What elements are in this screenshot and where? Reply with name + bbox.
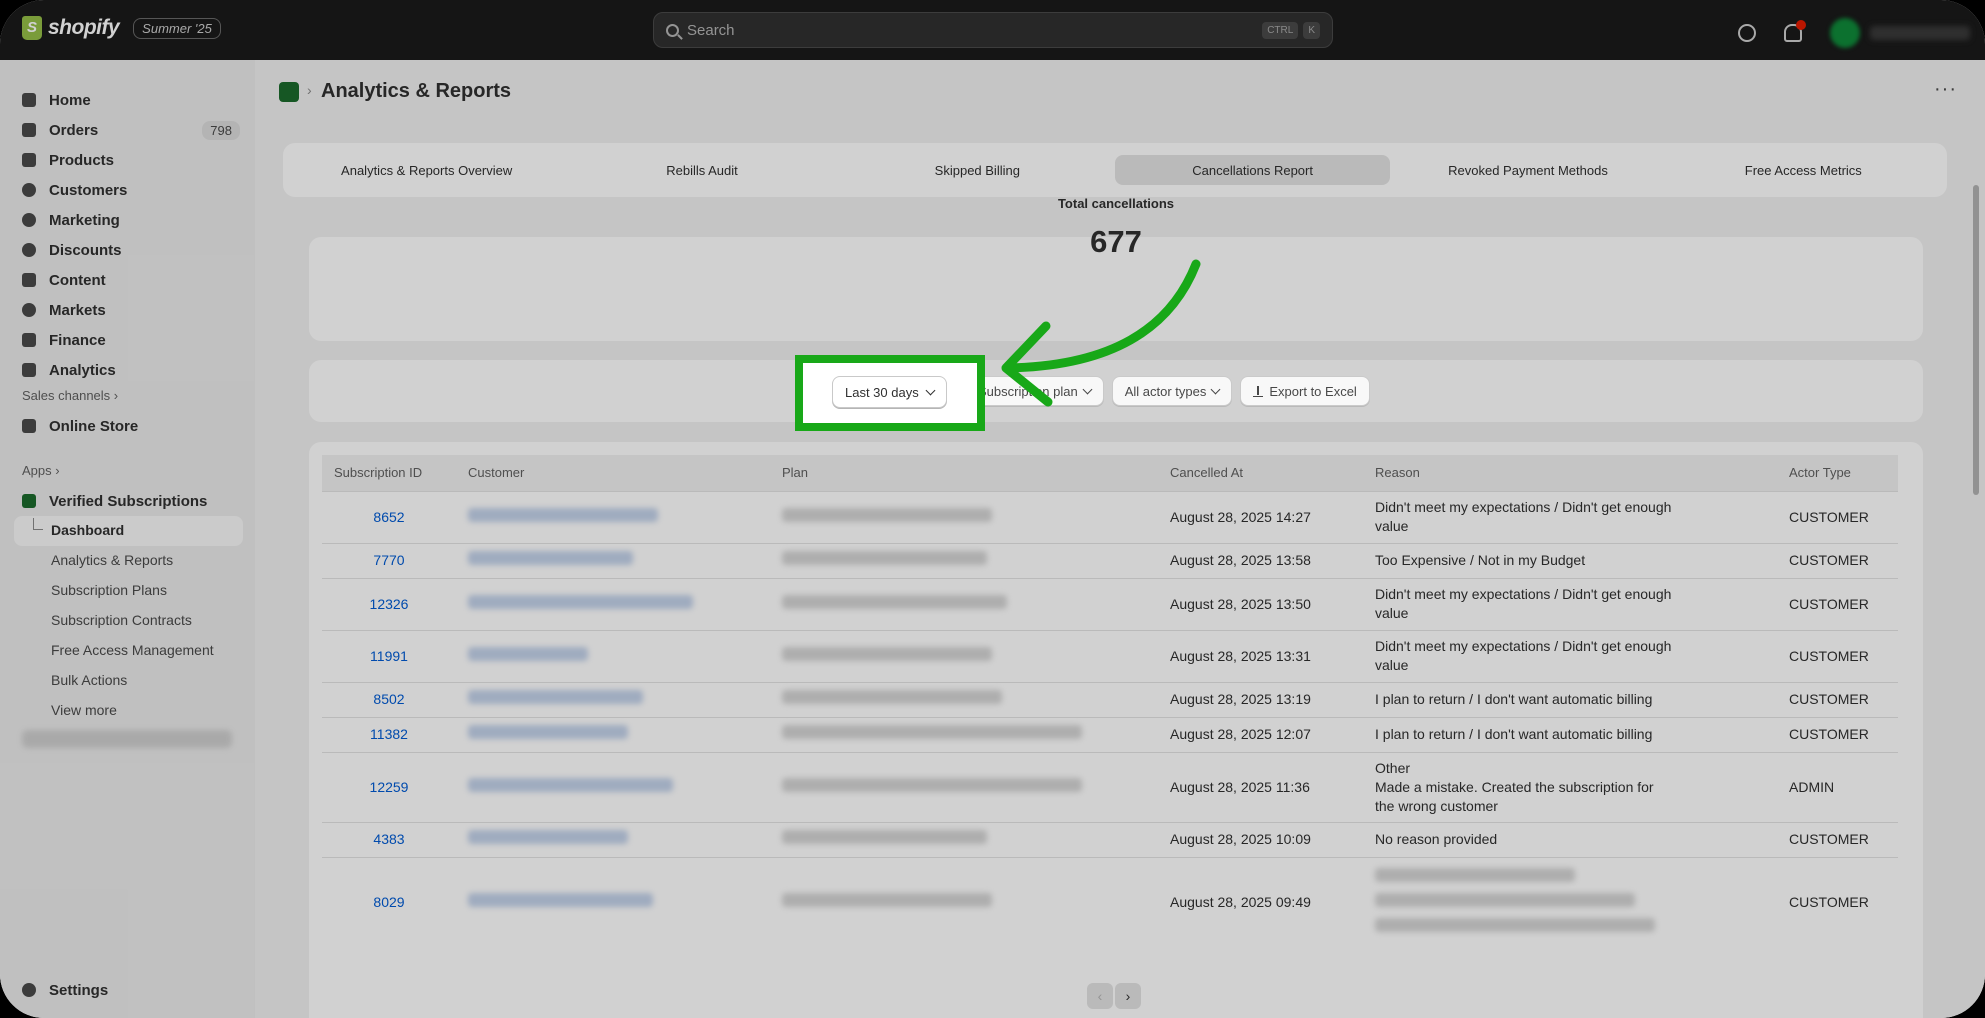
edition-badge: Summer '25 xyxy=(133,17,221,39)
store-icon xyxy=(22,419,36,433)
scrollbar[interactable] xyxy=(1973,185,1979,495)
bar-chart-icon xyxy=(22,363,36,377)
sidebar-item-label: Verified Subscriptions xyxy=(49,492,208,510)
sidebar-item-products[interactable]: Products xyxy=(22,148,240,172)
sidebar-subitem-analytics-reports[interactable]: Analytics & Reports xyxy=(51,552,173,568)
sidebar-item-label: Marketing xyxy=(49,211,120,229)
brand-name: shopify xyxy=(48,16,120,39)
discount-icon xyxy=(22,243,36,257)
sidebar-item-discounts[interactable]: Discounts xyxy=(22,238,240,262)
sidebar-subitem-dashboard[interactable]: Dashboard xyxy=(51,522,124,538)
sidebar-item-marketing[interactable]: Marketing xyxy=(22,208,240,232)
sidebar-item-label: Products xyxy=(49,151,115,169)
app-icon xyxy=(22,494,36,508)
sidebar-item-label: Customers xyxy=(49,181,128,199)
tree-connector xyxy=(33,518,43,530)
bank-icon xyxy=(22,333,36,347)
sidebar-item-customers[interactable]: Customers xyxy=(22,178,240,202)
target-icon xyxy=(22,213,36,227)
sidebar-item-label: Online Store xyxy=(49,417,139,435)
sidebar-subitem-view-more[interactable]: View more xyxy=(51,702,117,718)
sidebar-item-label: Content xyxy=(49,271,106,289)
home-icon xyxy=(22,93,36,107)
sidebar-item-label: Analytics xyxy=(49,361,116,379)
sidebar-item-label: Discounts xyxy=(49,241,122,259)
shopify-bag-icon xyxy=(22,16,42,40)
sidebar-item-label: Orders xyxy=(49,121,99,139)
sidebar-item-content[interactable]: Content xyxy=(22,268,240,292)
content-icon xyxy=(22,273,36,287)
sidebar-subitem-free-access[interactable]: Free Access Management xyxy=(51,642,214,658)
total-cancellations-label: Total cancellations xyxy=(1057,196,1175,211)
chevron-down-icon xyxy=(925,385,936,395)
sales-channels-label[interactable]: Sales channels › xyxy=(22,388,118,403)
person-icon xyxy=(22,183,36,197)
shopify-logo[interactable]: shopify Summer '25 xyxy=(22,16,221,40)
sidebar-item-markets[interactable]: Markets xyxy=(22,298,240,322)
orders-count-badge: 798 xyxy=(202,120,240,140)
globe-icon xyxy=(22,303,36,317)
sidebar-item-label: Markets xyxy=(49,301,106,319)
sidebar-item-analytics[interactable]: Analytics xyxy=(22,358,240,382)
sidebar-item-label: Home xyxy=(49,91,91,109)
blurred-item xyxy=(22,730,232,748)
gear-icon xyxy=(22,983,36,997)
more-actions-icon[interactable]: ··· xyxy=(1934,78,1957,101)
sidebar-item-online-store[interactable]: Online Store xyxy=(22,414,240,438)
date-range-filter[interactable]: Last 30 days xyxy=(832,376,947,408)
sidebar-subitem-subscription-contracts[interactable]: Subscription Contracts xyxy=(51,612,192,628)
sidebar-subitem-bulk-actions[interactable]: Bulk Actions xyxy=(51,672,127,688)
sidebar: Home Orders 798 Products Customers Market… xyxy=(0,60,255,1018)
summary-layer: Total cancellations 677 xyxy=(309,0,1923,1018)
sidebar-item-label: Settings xyxy=(49,981,109,999)
app-window: shopify Summer '25 Search CTRL K Home Or… xyxy=(0,0,1985,1018)
sidebar-item-settings[interactable]: Settings xyxy=(22,978,240,1002)
total-cancellations-value: 677 xyxy=(1090,224,1142,259)
sidebar-item-label: Finance xyxy=(49,331,106,349)
apps-label[interactable]: Apps › xyxy=(22,463,60,478)
orders-icon xyxy=(22,123,36,137)
sidebar-item-home[interactable]: Home xyxy=(22,88,240,112)
tag-icon xyxy=(22,153,36,167)
app-breadcrumb-icon[interactable] xyxy=(279,82,299,102)
sidebar-item-finance[interactable]: Finance xyxy=(22,328,240,352)
sidebar-selected-bg xyxy=(14,516,243,546)
sidebar-item-verified-subscriptions[interactable]: Verified Subscriptions xyxy=(22,489,240,513)
date-range-label: Last 30 days xyxy=(845,384,919,400)
sidebar-item-orders[interactable]: Orders 798 xyxy=(22,118,240,142)
sidebar-subitem-subscription-plans[interactable]: Subscription Plans xyxy=(51,582,167,598)
